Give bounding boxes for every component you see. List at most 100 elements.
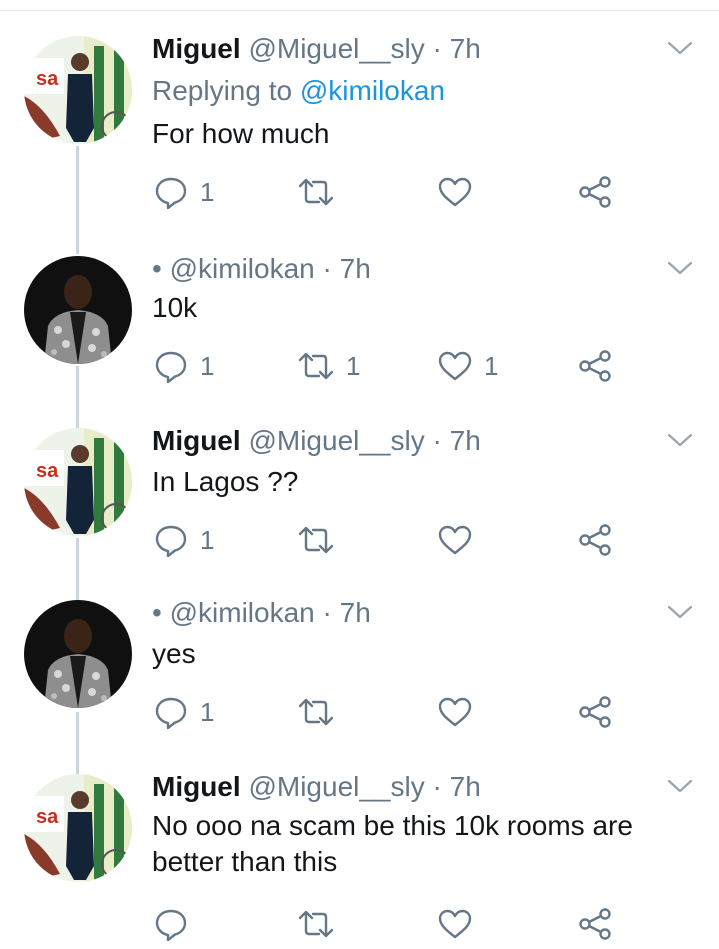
- username[interactable]: @Miguel__sly: [248, 771, 424, 802]
- like-button[interactable]: [438, 172, 484, 212]
- tweet-text-line: yes: [152, 638, 196, 669]
- avatar-sign-text: sa: [36, 460, 59, 482]
- display-name[interactable]: Miguel: [152, 33, 241, 64]
- like-icon: [438, 525, 472, 555]
- tweet-text-line: better than this: [152, 846, 338, 877]
- avatar-sign-text: sa: [36, 68, 59, 90]
- avatar-miguel[interactable]: sa: [24, 36, 132, 144]
- avatar-sign-text: sa: [36, 806, 59, 828]
- timestamp[interactable]: 7h: [340, 597, 371, 628]
- share-button[interactable]: [578, 172, 612, 212]
- mention-link[interactable]: @kimilokan: [300, 75, 445, 106]
- username[interactable]: @Miguel__sly: [248, 425, 424, 456]
- display-name[interactable]: Miguel: [152, 425, 241, 456]
- tweet-actions: 1: [152, 172, 632, 212]
- tweet-header: • @kimilokan · 7h: [152, 596, 371, 630]
- like-button[interactable]: [438, 520, 484, 560]
- reply-button[interactable]: 1: [154, 692, 214, 732]
- avatar-kimilokan[interactable]: [24, 600, 132, 708]
- tweet-actions: 1: [152, 692, 632, 732]
- reply-count: 1: [200, 177, 215, 207]
- share-button[interactable]: [578, 692, 612, 732]
- reply-icon: [155, 351, 187, 383]
- like-button[interactable]: [438, 692, 484, 732]
- tweet-header: Miguel @Miguel__sly · 7h: [152, 32, 481, 66]
- retweet-button[interactable]: [298, 692, 346, 732]
- tweet-text-line: For how much: [152, 118, 330, 149]
- share-icon: [579, 350, 611, 382]
- tweet-text: For how much: [152, 116, 692, 152]
- username[interactable]: @kimilokan: [170, 253, 315, 284]
- like-button[interactable]: [438, 904, 484, 944]
- hidden-name-bullet: •: [152, 253, 162, 284]
- thread-line: [76, 538, 79, 600]
- reply-count: 1: [200, 351, 215, 381]
- share-button[interactable]: [578, 520, 612, 560]
- tweet-actions: [152, 904, 632, 944]
- separator-dot: ·: [432, 33, 442, 64]
- reply-count: 1: [200, 697, 215, 727]
- top-divider: [0, 10, 719, 11]
- share-button[interactable]: [578, 346, 612, 386]
- retweet-icon: [298, 698, 334, 726]
- reply-icon: [155, 525, 187, 557]
- retweet-button[interactable]: [298, 172, 346, 212]
- timestamp[interactable]: 7h: [450, 771, 481, 802]
- chevron-down-icon[interactable]: [666, 602, 694, 622]
- separator-dot: ·: [322, 253, 332, 284]
- thread-line: [76, 712, 79, 774]
- retweet-icon: [298, 352, 334, 380]
- reply-button[interactable]: [154, 904, 200, 944]
- tweet-text: yes: [152, 636, 692, 672]
- reply-button[interactable]: 1: [154, 172, 214, 212]
- username[interactable]: @Miguel__sly: [248, 33, 424, 64]
- timestamp[interactable]: 7h: [340, 253, 371, 284]
- share-icon: [579, 908, 611, 940]
- chevron-down-icon[interactable]: [666, 258, 694, 278]
- tweet-actions: 1: [152, 520, 632, 560]
- separator-dot: ·: [432, 771, 442, 802]
- share-icon: [579, 696, 611, 728]
- tweet-text-line: No ooo na scam be this 10k rooms are: [152, 810, 633, 841]
- tweet-header: Miguel @Miguel__sly · 7h: [152, 424, 481, 458]
- tweet-header: Miguel @Miguel__sly · 7h: [152, 770, 481, 804]
- separator-dot: ·: [432, 425, 442, 456]
- retweet-icon: [298, 526, 334, 554]
- retweet-button[interactable]: [298, 520, 346, 560]
- username[interactable]: @kimilokan: [170, 597, 315, 628]
- avatar-kimilokan[interactable]: [24, 256, 132, 364]
- tweet-text: In Lagos ??: [152, 464, 692, 500]
- tweet-text: 10k: [152, 290, 692, 326]
- chevron-down-icon[interactable]: [666, 38, 694, 58]
- tweet-actions: 1 1 1: [152, 346, 632, 386]
- replying-to: Replying to @kimilokan: [152, 74, 445, 108]
- reply-icon: [155, 697, 187, 729]
- timestamp[interactable]: 7h: [450, 33, 481, 64]
- chevron-down-icon[interactable]: [666, 430, 694, 450]
- like-icon: [438, 177, 472, 207]
- reply-button[interactable]: 1: [154, 346, 214, 386]
- share-button[interactable]: [578, 904, 612, 944]
- share-icon: [579, 176, 611, 208]
- hidden-name-bullet: •: [152, 597, 162, 628]
- timestamp[interactable]: 7h: [450, 425, 481, 456]
- tweet-text: No ooo na scam be this 10k rooms are bet…: [152, 808, 692, 880]
- like-icon: [438, 697, 472, 727]
- thread-line: [76, 366, 79, 428]
- retweet-button[interactable]: 1: [298, 346, 360, 386]
- tweet-header: • @kimilokan · 7h: [152, 252, 371, 286]
- reply-icon: [155, 909, 187, 941]
- like-icon: [438, 351, 472, 381]
- display-name[interactable]: Miguel: [152, 771, 241, 802]
- separator-dot: ·: [322, 597, 332, 628]
- avatar-miguel[interactable]: sa: [24, 774, 132, 882]
- retweet-button[interactable]: [298, 904, 346, 944]
- retweet-count: 1: [346, 351, 361, 381]
- like-icon: [438, 909, 472, 939]
- tweet-text-line: 10k: [152, 292, 198, 323]
- avatar-miguel[interactable]: sa: [24, 428, 132, 536]
- chevron-down-icon[interactable]: [666, 776, 694, 796]
- tweet-text-line: In Lagos ??: [152, 466, 299, 497]
- like-button[interactable]: 1: [438, 346, 498, 386]
- reply-button[interactable]: 1: [154, 520, 214, 560]
